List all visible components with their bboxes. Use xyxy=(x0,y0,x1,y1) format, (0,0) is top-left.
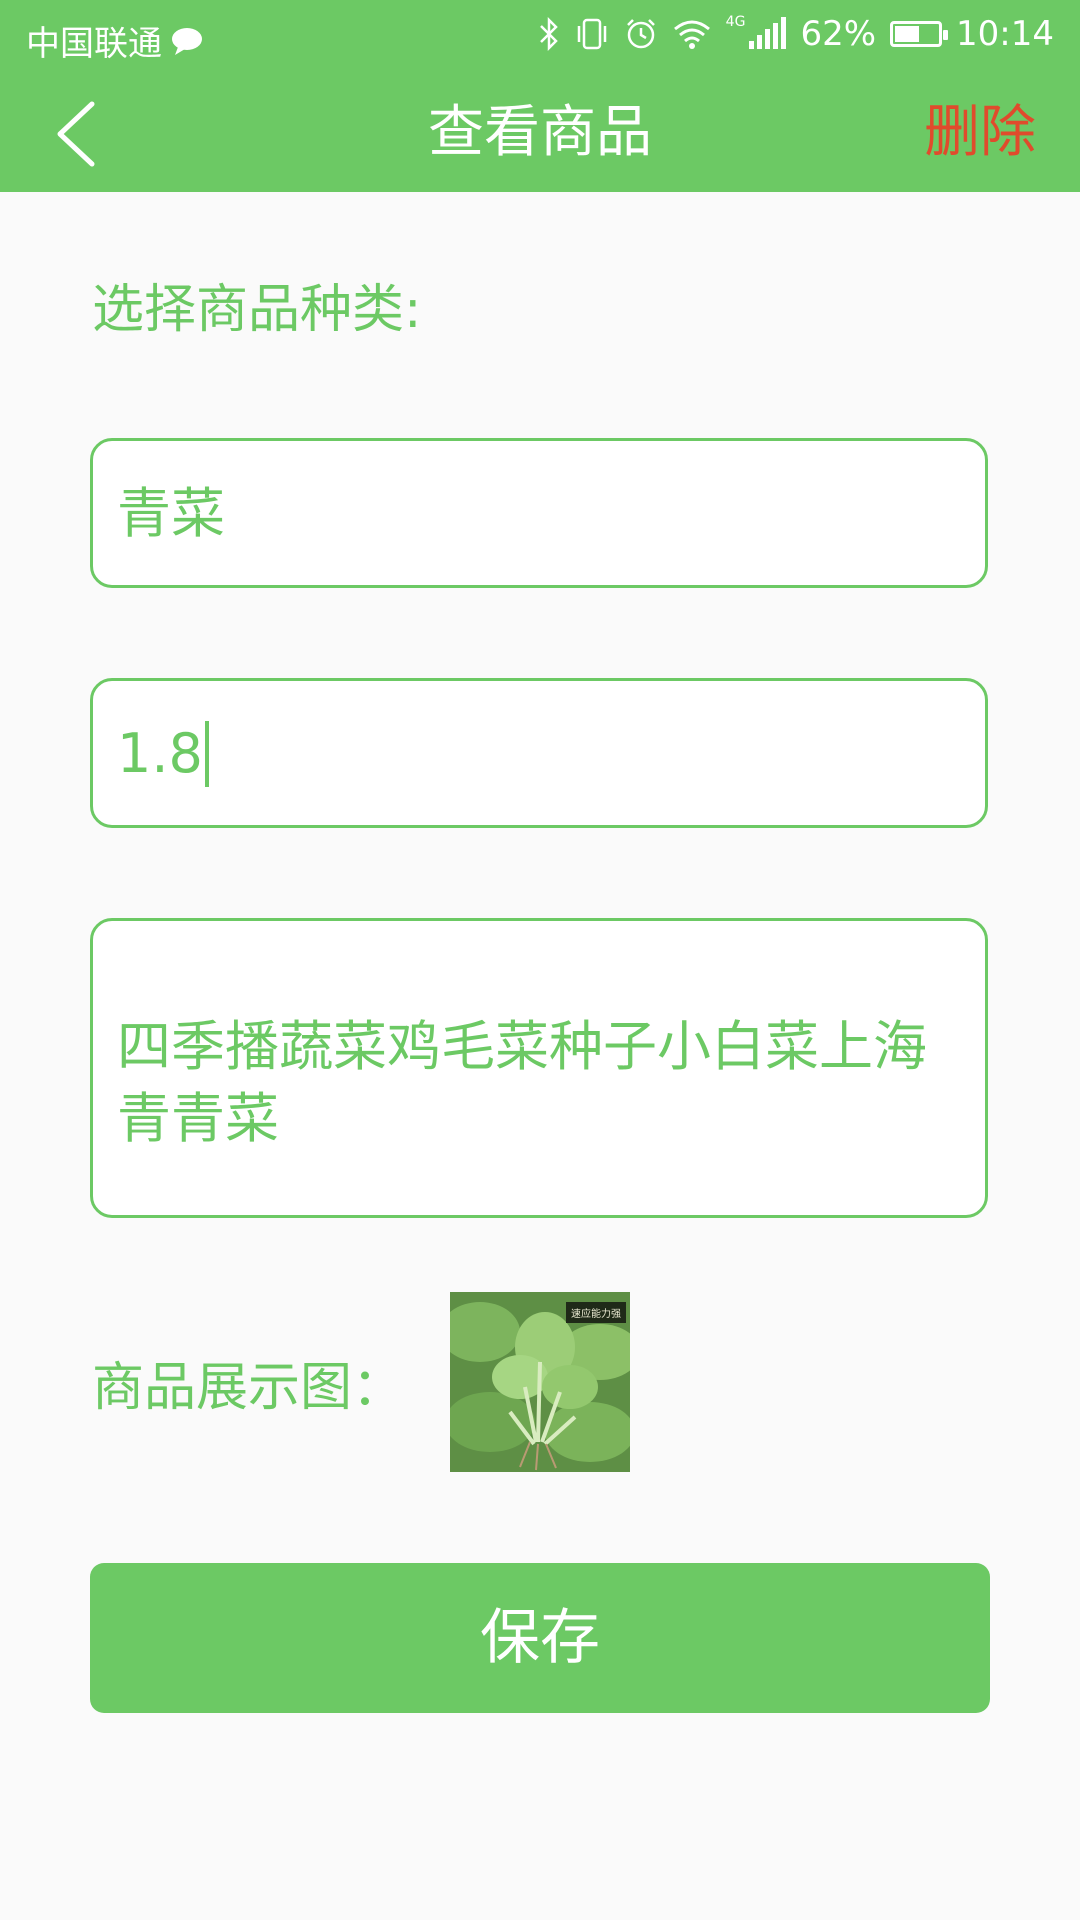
clock: 10:14 xyxy=(956,14,1054,54)
description-value: 四季播蔬菜鸡毛菜种子小白菜上海青青菜 xyxy=(117,1015,927,1150)
battery-percent: 62% xyxy=(800,14,877,54)
carrier-group: 中国联通 xyxy=(26,16,204,65)
bluetooth-icon xyxy=(539,17,558,51)
message-icon xyxy=(172,27,202,55)
category-value: 青菜 xyxy=(117,482,225,545)
wifi-icon xyxy=(673,20,710,49)
category-label: 选择商品种类: xyxy=(92,280,422,340)
carrier-name: 中国联通 xyxy=(26,24,162,64)
image-label: 商品展示图： xyxy=(92,1358,405,1418)
description-field[interactable]: 四季播蔬菜鸡毛菜种子小白菜上海青青菜 xyxy=(90,918,988,1218)
delete-button[interactable]: 删除 xyxy=(924,98,1036,168)
app-header: 中国联通 4G 62% 10:14 查看商品 删除 xyxy=(0,0,1080,192)
product-image[interactable]: 速应能力强 xyxy=(450,1292,630,1472)
signal-icon xyxy=(749,17,787,49)
price-value: 1.8 xyxy=(117,722,203,785)
price-value-wrap: 1.8 xyxy=(117,721,209,787)
save-button[interactable]: 保存 xyxy=(90,1563,990,1713)
category-field[interactable]: 青菜 xyxy=(90,438,988,588)
nav-bar: 查看商品 删除 xyxy=(0,76,1080,192)
network-type: 4G xyxy=(725,14,746,30)
text-cursor xyxy=(204,721,209,787)
page-title: 查看商品 xyxy=(428,100,652,165)
status-icons: 4G 62% 10:14 xyxy=(538,14,1054,54)
alarm-icon xyxy=(626,19,655,49)
battery-icon xyxy=(890,21,949,47)
vibrate-icon xyxy=(577,18,606,50)
status-bar: 中国联通 4G 62% 10:14 xyxy=(0,0,1080,76)
image-watermark: 速应能力强 xyxy=(566,1302,626,1323)
price-field[interactable]: 1.8 xyxy=(90,678,988,828)
